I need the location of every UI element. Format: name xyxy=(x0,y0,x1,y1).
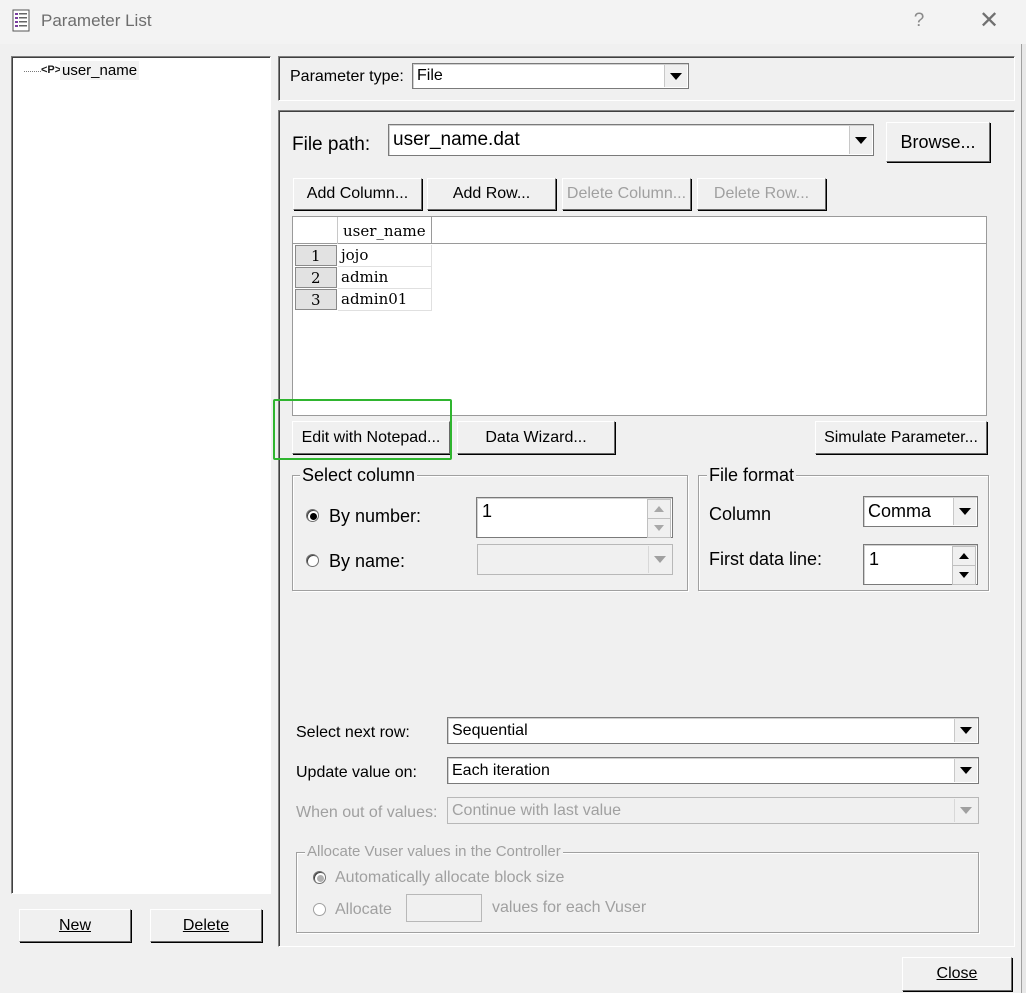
file-path-value: user_name.dat xyxy=(393,129,520,150)
select-next-row-select[interactable]: Sequential xyxy=(447,717,979,744)
new-button-label: New xyxy=(58,916,91,934)
column-delimiter-value: Comma xyxy=(868,501,932,521)
delete-row-button: Delete Row... xyxy=(697,178,826,210)
update-value-value: Each iteration xyxy=(452,761,550,779)
row-number: 3 xyxy=(311,291,321,309)
cell-value: jojo xyxy=(341,246,369,264)
row-header[interactable]: 3 xyxy=(295,289,337,310)
delete-column-button: Delete Column... xyxy=(562,178,691,210)
by-number-value: 1 xyxy=(482,501,493,521)
allocate-group-title: Allocate Vuser values in the Controller xyxy=(305,843,563,860)
close-button-label: Close xyxy=(936,965,978,982)
auto-allocate-radio xyxy=(313,871,326,884)
update-value-label: Update value on: xyxy=(296,764,417,781)
first-data-line-label: First data line: xyxy=(709,549,823,569)
parameter-icon: <P> xyxy=(41,64,62,76)
window-edge xyxy=(1021,44,1026,993)
chevron-down-icon[interactable] xyxy=(664,65,687,87)
grid-cell[interactable]: admin01 xyxy=(338,289,432,311)
update-value-select[interactable]: Each iteration xyxy=(447,757,979,784)
help-button[interactable]: ? xyxy=(908,10,930,32)
by-name-label: By name: xyxy=(329,551,406,571)
file-path-label: File path: xyxy=(292,134,371,155)
chevron-down-icon xyxy=(648,546,671,573)
row-number: 2 xyxy=(311,269,321,287)
data-wizard-button[interactable]: Data Wizard... xyxy=(457,421,615,454)
select-column-title: Select column xyxy=(300,465,418,486)
row-header[interactable]: 2 xyxy=(295,267,337,288)
simulate-label: Simulate Parameter... xyxy=(824,428,978,446)
add-row-label: Add Row... xyxy=(452,185,531,202)
close-button[interactable]: Close xyxy=(902,957,1012,991)
delete-row-label: Delete Row... xyxy=(713,185,810,202)
cell-value: admin xyxy=(341,268,389,286)
app-document-icon xyxy=(12,9,32,33)
browse-button[interactable]: Browse... xyxy=(886,122,990,162)
spin-down-icon[interactable] xyxy=(647,518,671,538)
parameter-type-select[interactable]: File xyxy=(412,63,689,89)
spin-up-icon[interactable] xyxy=(952,546,976,566)
simulate-parameter-button[interactable]: Simulate Parameter... xyxy=(815,421,987,454)
add-column-button[interactable]: Add Column... xyxy=(293,178,422,210)
allocate-label: Allocate xyxy=(335,901,392,918)
add-column-label: Add Column... xyxy=(306,185,409,202)
browse-button-label: Browse... xyxy=(900,131,976,152)
row-header[interactable]: 1 xyxy=(295,245,337,266)
file-path-combo[interactable]: user_name.dat xyxy=(388,124,874,156)
window-title: Parameter List xyxy=(41,11,152,30)
title-bar xyxy=(0,0,1026,44)
chevron-down-icon[interactable] xyxy=(954,759,977,782)
chevron-down-icon xyxy=(954,799,977,822)
out-of-values-select: Continue with last value xyxy=(447,797,979,824)
delete-column-label: Delete Column... xyxy=(566,185,687,202)
column-delimiter-select[interactable]: Comma xyxy=(863,496,978,527)
file-format-title: File format xyxy=(707,465,797,486)
parameter-type-value: File xyxy=(417,67,443,84)
select-next-row-label: Select next row: xyxy=(296,724,410,741)
by-number-label: By number: xyxy=(329,506,422,526)
parameter-tree[interactable] xyxy=(11,56,271,894)
chevron-down-icon[interactable] xyxy=(849,126,872,154)
tree-connector xyxy=(24,71,41,72)
out-of-values-label: When out of values: xyxy=(296,804,438,821)
first-data-line-value: 1 xyxy=(869,549,880,569)
highlight-annotation xyxy=(273,399,452,460)
out-of-values-value: Continue with last value xyxy=(452,801,621,819)
auto-allocate-label: Automatically allocate block size xyxy=(335,869,565,886)
tree-item-user-name[interactable]: user_name xyxy=(60,61,140,80)
column-header-user-name: user_name xyxy=(343,222,426,240)
add-row-button[interactable]: Add Row... xyxy=(427,178,556,210)
data-wizard-label: Data Wizard... xyxy=(485,428,587,446)
column-label: Column xyxy=(709,504,772,524)
by-name-radio[interactable] xyxy=(306,554,319,567)
grid-cell[interactable]: jojo xyxy=(338,245,432,267)
by-number-radio[interactable] xyxy=(306,509,319,522)
select-next-row-value: Sequential xyxy=(452,721,528,739)
spin-up-icon[interactable] xyxy=(647,499,671,519)
cell-value: admin01 xyxy=(341,290,408,308)
allocate-radio xyxy=(313,903,326,916)
allocate-suffix-label: values for each Vuser xyxy=(492,899,647,916)
chevron-down-icon[interactable] xyxy=(954,719,977,742)
by-number-input[interactable]: 1 xyxy=(476,497,673,538)
by-name-select xyxy=(477,544,673,575)
first-data-line-input[interactable]: 1 xyxy=(863,544,978,585)
delete-button[interactable]: Delete xyxy=(150,909,262,942)
grid-column-header[interactable]: user_name xyxy=(337,217,432,244)
delete-button-label: Delete xyxy=(182,916,230,934)
window-close-icon[interactable]: ✕ xyxy=(975,6,1003,35)
parameter-type-label: Parameter type: xyxy=(290,68,404,85)
allocate-count-input xyxy=(406,894,482,922)
row-number: 1 xyxy=(311,247,321,265)
spin-down-icon[interactable] xyxy=(952,565,976,585)
grid-cell[interactable]: admin xyxy=(338,267,432,289)
chevron-down-icon[interactable] xyxy=(953,498,976,525)
allocate-group xyxy=(296,852,979,933)
new-button[interactable]: New xyxy=(19,909,131,942)
